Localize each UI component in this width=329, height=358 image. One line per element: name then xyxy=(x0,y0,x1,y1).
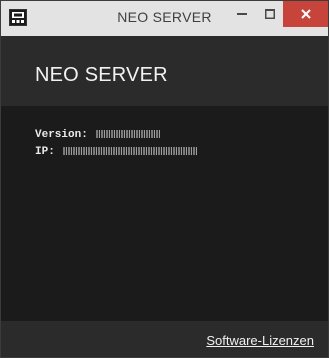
header-panel: NEO SERVER xyxy=(1,36,328,106)
ip-value-redacted xyxy=(63,147,198,156)
ip-label: IP: xyxy=(35,146,55,158)
maximize-button[interactable] xyxy=(257,1,283,27)
footer-bar: Software-Lizenzen xyxy=(1,321,328,357)
minimize-button[interactable] xyxy=(229,1,255,27)
version-label: Version: xyxy=(35,129,88,141)
version-value-redacted xyxy=(96,130,161,139)
software-licenses-link[interactable]: Software-Lizenzen xyxy=(206,333,314,348)
page-title: NEO SERVER xyxy=(35,64,168,86)
ip-line: IP: xyxy=(35,146,198,158)
close-icon xyxy=(300,9,311,19)
app-window: NEO SERVER NEO SERVER Version: IP: Softw… xyxy=(0,0,329,358)
version-line: Version: xyxy=(35,129,161,141)
title-bar[interactable]: NEO SERVER xyxy=(1,1,328,36)
maximize-icon xyxy=(265,9,275,19)
info-panel: Version: IP: xyxy=(1,106,328,321)
minimize-icon xyxy=(237,13,247,15)
close-button[interactable] xyxy=(283,1,328,27)
